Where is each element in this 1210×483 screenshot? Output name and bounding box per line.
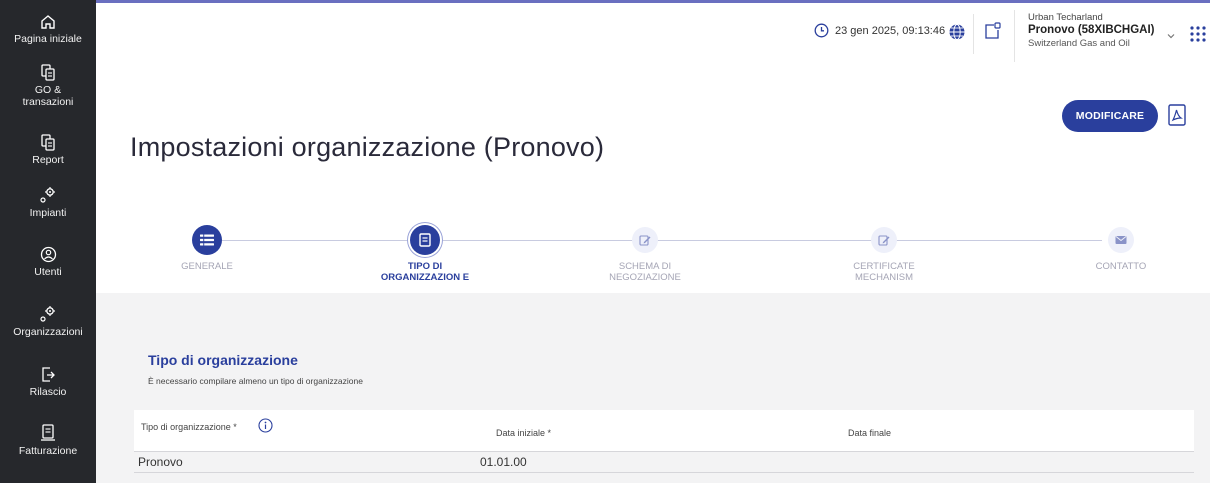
header-divider xyxy=(973,14,974,54)
sidebar-item-label: Impianti xyxy=(29,207,67,219)
step-contact[interactable] xyxy=(1108,227,1134,253)
step-label-contact[interactable]: CONTATTO xyxy=(1071,261,1171,272)
modify-button[interactable]: MODIFICARE xyxy=(1062,100,1158,132)
stepper-track xyxy=(222,240,1102,241)
sidebar-item-label: Fatturazione xyxy=(18,445,78,457)
chevron-down-icon[interactable] xyxy=(1166,32,1176,40)
document-icon xyxy=(419,233,431,247)
top-accent-line xyxy=(96,0,1210,3)
sidebar-item-release[interactable]: Rilascio xyxy=(0,366,96,398)
step-trading-scheme[interactable] xyxy=(632,227,658,253)
user-company: Switzerland Gas and Oil xyxy=(1028,38,1130,49)
sidebar-item-users[interactable]: Utenti xyxy=(0,246,96,278)
sidebar-item-go-transactions[interactable]: GO & transazioni xyxy=(0,64,96,108)
datetime-display: 23 gen 2025, 09:13:46 xyxy=(814,23,945,38)
step-general[interactable] xyxy=(192,225,222,255)
table-header xyxy=(134,410,1194,451)
header-divider xyxy=(1014,10,1015,62)
pdf-icon[interactable] xyxy=(1167,104,1187,126)
column-header-organization-type: Tipo di organizzazione * xyxy=(141,422,237,432)
column-header-start-date: Data iniziale * xyxy=(496,428,552,438)
user-organization: Pronovo (58XIBCHGAI) xyxy=(1028,24,1155,36)
clock-icon xyxy=(814,23,829,38)
sidebar-item-label: Report xyxy=(32,154,64,166)
home-icon xyxy=(41,15,55,29)
user-circle-icon xyxy=(40,246,56,263)
cell-organization-type: Pronovo xyxy=(138,455,183,469)
sidebar-item-label: Utenti xyxy=(34,266,62,278)
datetime-text: 23 gen 2025, 09:13:46 xyxy=(835,24,946,37)
documents-icon xyxy=(41,64,55,81)
sidebar-item-label: Rilascio xyxy=(29,386,67,398)
edit-icon xyxy=(878,235,890,246)
step-label-trading-scheme[interactable]: SCHEMA DI NEGOZIAZIONE xyxy=(595,261,695,283)
release-icon xyxy=(42,367,55,382)
section-title: Tipo di organizzazione xyxy=(148,352,298,368)
report-icon xyxy=(41,134,55,151)
step-certificate-mechanism[interactable] xyxy=(871,227,897,253)
page-title: Impostazioni organizzazione (Pronovo) xyxy=(130,132,605,162)
plant-gear-icon xyxy=(40,187,55,203)
cell-start-date: 01.01.00 xyxy=(480,455,527,469)
section-note: È necessario compilare almeno un tipo di… xyxy=(148,376,363,386)
invoice-icon xyxy=(41,424,55,441)
user-menu[interactable]: Urban Techarland Pronovo (58XIBCHGAI) Sw… xyxy=(1028,12,1178,49)
step-label-certificate-mechanism[interactable]: CERTIFICATE MECHANISM xyxy=(824,261,944,283)
sidebar-item-label: GO & transazioni xyxy=(22,84,74,108)
column-header-end-date: Data finale xyxy=(848,428,892,438)
step-organization-type[interactable] xyxy=(410,225,440,255)
mail-icon xyxy=(1115,236,1127,244)
user-name: Urban Techarland xyxy=(1028,12,1103,23)
sidebar-item-plants[interactable]: Impianti xyxy=(0,186,96,219)
sidebar-item-organizations[interactable]: Organizzazioni xyxy=(0,305,96,338)
edit-icon xyxy=(639,235,651,246)
organization-gear-icon xyxy=(40,306,55,322)
sidebar-item-label: Organizzazioni xyxy=(13,326,83,338)
sidebar-item-home[interactable]: Pagina iniziale xyxy=(0,14,96,45)
globe-icon[interactable] xyxy=(948,23,966,41)
info-icon[interactable] xyxy=(258,418,273,433)
sidebar-item-report[interactable]: Report xyxy=(0,134,96,166)
list-icon xyxy=(200,234,214,246)
sidebar: Pagina iniziale GO & transazioni Report xyxy=(0,0,96,483)
step-label-organization-type[interactable]: TIPO DI ORGANIZZAZION E xyxy=(375,261,475,283)
apps-grid-icon[interactable] xyxy=(1190,26,1206,42)
table-row[interactable] xyxy=(134,451,1194,473)
sidebar-item-label: Pagina iniziale xyxy=(14,33,82,45)
step-label-general[interactable]: GENERALE xyxy=(157,261,257,272)
switch-window-icon[interactable] xyxy=(984,22,1001,40)
sidebar-item-billing[interactable]: Fatturazione xyxy=(0,424,96,457)
